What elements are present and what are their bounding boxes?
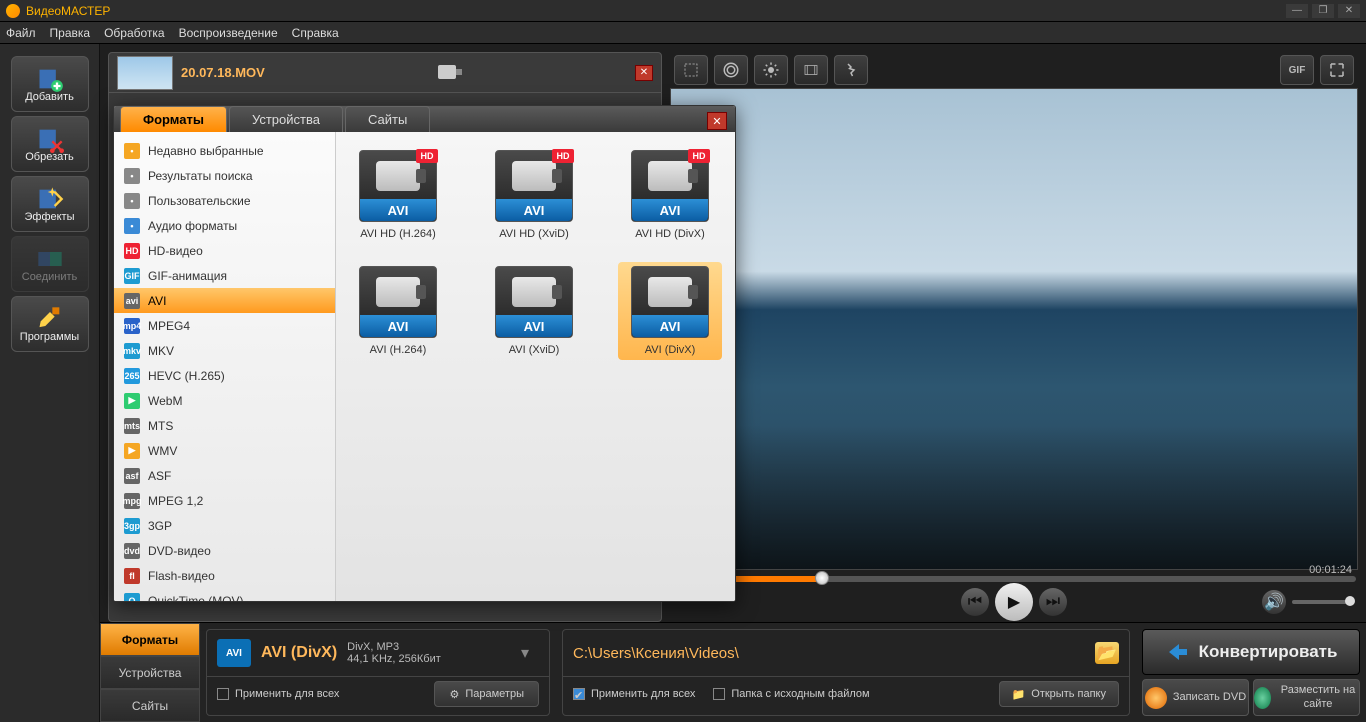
menu-play[interactable]: Воспроизведение	[179, 26, 278, 40]
format-category-item[interactable]: •Аудио форматы	[114, 213, 335, 238]
video-preview[interactable]	[670, 88, 1358, 570]
format-category-item[interactable]: asfASF	[114, 463, 335, 488]
popup-tab-formats[interactable]: Форматы	[120, 106, 227, 132]
titlebar: ВидеоМАСТЕР — ❐ ✕	[0, 0, 1366, 22]
popup-tab-sites[interactable]: Сайты	[345, 106, 430, 132]
format-rate: 44,1 KHz, 256Кбит	[347, 653, 441, 665]
popup-close-icon[interactable]: ✕	[707, 112, 727, 130]
prev-button[interactable]: ⏮	[961, 588, 989, 616]
globe-icon	[1254, 687, 1271, 709]
apply-all-check[interactable]: Применить для всех	[217, 688, 339, 700]
volume-slider[interactable]	[1292, 600, 1352, 604]
format-category-item[interactable]: 265HEVC (H.265)	[114, 363, 335, 388]
menu-process[interactable]: Обработка	[104, 26, 165, 40]
camera-icon	[436, 61, 464, 85]
format-category-item[interactable]: QQuickTime (MOV)	[114, 588, 335, 602]
gif-button[interactable]: GIF	[1280, 55, 1314, 85]
maximize-button[interactable]: ❐	[1312, 4, 1334, 18]
format-card[interactable]: AVIAVI (XviD)	[482, 262, 586, 360]
settings-icon[interactable]	[714, 55, 748, 85]
preview-panel: GIF 00:01:24 ⏮ ▶ ⏭ 🔊	[670, 52, 1358, 622]
upload-web-button[interactable]: Разместить на сайте	[1253, 679, 1360, 716]
menu-edit[interactable]: Правка	[50, 26, 91, 40]
params-button[interactable]: ⚙Параметры	[434, 681, 539, 707]
source-folder-check[interactable]: Папка с исходным файлом	[713, 688, 869, 700]
file-thumb	[117, 56, 173, 90]
format-category-item[interactable]: HDHD-видео	[114, 238, 335, 263]
menu-help[interactable]: Справка	[292, 26, 339, 40]
browse-folder-icon[interactable]: 📂	[1095, 642, 1119, 664]
format-category-item[interactable]: mtsMTS	[114, 413, 335, 438]
cut-button[interactable]: Обрезать	[11, 116, 89, 172]
format-status: AVI AVI (DivX) DivX, MP3 44,1 KHz, 256Кб…	[206, 629, 550, 716]
crop-icon[interactable]	[674, 55, 708, 85]
out-apply-all-check[interactable]: ✔Применить для всех	[573, 688, 695, 700]
app-title: ВидеоМАСТЕР	[26, 4, 110, 18]
format-category-item[interactable]: ▶WebM	[114, 388, 335, 413]
format-category-item[interactable]: ▶WMV	[114, 438, 335, 463]
format-card[interactable]: AVIAVI (H.264)	[346, 262, 450, 360]
output-path: C:\Users\Ксения\Videos\	[573, 645, 739, 662]
programs-button[interactable]: Программы	[11, 296, 89, 352]
effects-button[interactable]: Эффекты	[11, 176, 89, 232]
format-category-item[interactable]: GIFGIF-анимация	[114, 263, 335, 288]
format-name: AVI (DivX)	[261, 644, 337, 662]
format-dropdown-icon[interactable]: ▾	[521, 643, 539, 663]
file-name: 20.07.18.MOV	[181, 65, 265, 80]
film-icon[interactable]	[794, 55, 828, 85]
merge-button[interactable]: Соединить	[11, 236, 89, 292]
remove-file-button[interactable]: ✕	[635, 65, 653, 81]
format-grid: HDAVIAVI HD (H.264) HDAVIAVI HD (XviD) HDA…	[336, 132, 735, 602]
close-button[interactable]: ✕	[1338, 4, 1360, 18]
convert-icon	[1165, 640, 1189, 664]
format-card[interactable]: HDAVIAVI HD (DivX)	[618, 146, 722, 244]
next-button[interactable]: ⏭	[1039, 588, 1067, 616]
format-badge-icon: AVI	[217, 639, 251, 667]
menu-file[interactable]: Файл	[6, 26, 36, 40]
format-card[interactable]: AVIAVI (DivX)	[618, 262, 722, 360]
menubar: Файл Правка Обработка Воспроизведение Сп…	[0, 22, 1366, 44]
format-category-item[interactable]: mpgMPEG 1,2	[114, 488, 335, 513]
minimize-button[interactable]: —	[1286, 4, 1308, 18]
time-label: 00:01:24	[1309, 564, 1352, 576]
tab-sites[interactable]: Сайты	[100, 689, 200, 722]
gear-icon: ⚙	[449, 688, 459, 701]
format-category-item[interactable]: 3gp3GP	[114, 513, 335, 538]
format-category-list: •Недавно выбранные•Результаты поиска•Пол…	[114, 132, 336, 602]
brightness-icon[interactable]	[754, 55, 788, 85]
format-category-item[interactable]: •Результаты поиска	[114, 163, 335, 188]
burn-dvd-button[interactable]: Записать DVD	[1142, 679, 1249, 716]
left-toolbar: Добавить Обрезать Эффекты Соединить Прог…	[0, 44, 100, 722]
add-button[interactable]: Добавить	[11, 56, 89, 112]
format-card[interactable]: HDAVIAVI HD (XviD)	[482, 146, 586, 244]
bottom-tabs: Форматы Устройства Сайты	[100, 623, 200, 722]
open-folder-button[interactable]: 📁Открыть папку	[999, 681, 1119, 707]
speed-icon[interactable]	[834, 55, 868, 85]
fullscreen-icon[interactable]	[1320, 55, 1354, 85]
file-item[interactable]: 20.07.18.MOV ✕	[109, 53, 661, 93]
output-path-panel: C:\Users\Ксения\Videos\ 📂 ✔Применить для…	[562, 629, 1130, 716]
format-card[interactable]: HDAVIAVI HD (H.264)	[346, 146, 450, 244]
format-category-item[interactable]: flFlash-видео	[114, 563, 335, 588]
play-button[interactable]: ▶	[995, 583, 1033, 621]
format-codec: DivX, MP3	[347, 641, 441, 653]
tab-devices[interactable]: Устройства	[100, 656, 200, 689]
format-category-item[interactable]: mkvMKV	[114, 338, 335, 363]
format-category-item[interactable]: •Пользовательские	[114, 188, 335, 213]
convert-button[interactable]: Конвертировать	[1142, 629, 1360, 675]
app-icon	[6, 4, 20, 18]
format-popup: Форматы Устройства Сайты ✕ •Недавно выбр…	[113, 105, 736, 602]
format-category-item[interactable]: aviAVI	[114, 288, 335, 313]
format-category-item[interactable]: •Недавно выбранные	[114, 138, 335, 163]
popup-tab-devices[interactable]: Устройства	[229, 106, 343, 132]
volume-icon[interactable]: 🔊	[1262, 590, 1286, 614]
format-category-item[interactable]: dvdDVD-видео	[114, 538, 335, 563]
tab-formats[interactable]: Форматы	[100, 623, 200, 656]
folder-icon: 📁	[1012, 688, 1026, 701]
format-category-item[interactable]: mp4MPEG4	[114, 313, 335, 338]
dvd-icon	[1145, 687, 1167, 709]
